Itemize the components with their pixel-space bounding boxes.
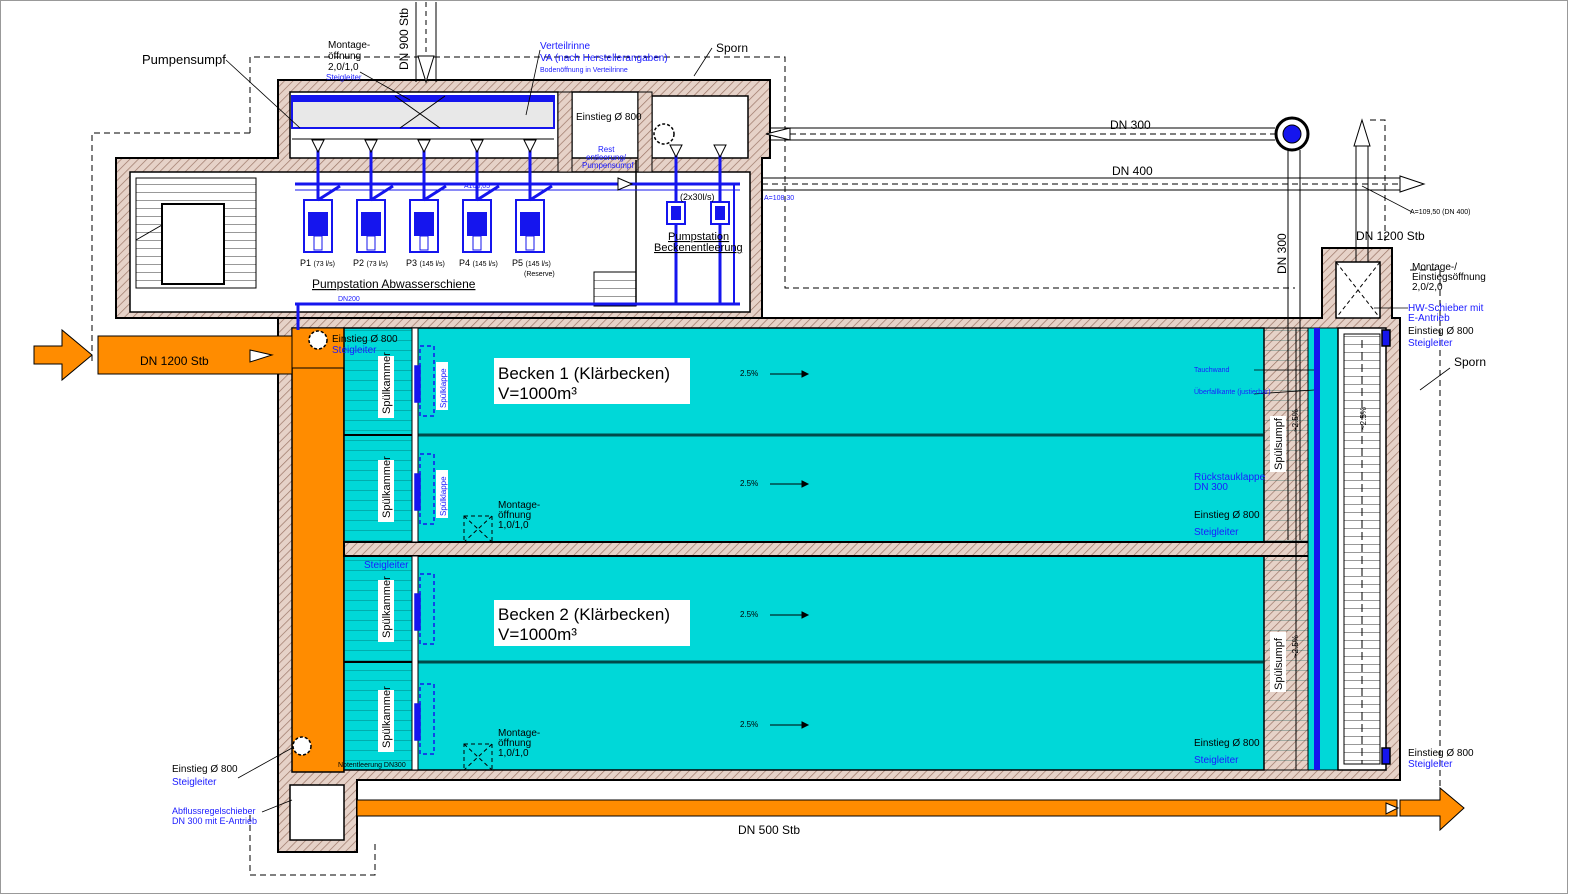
label-dn500: DN 500 Stb <box>738 823 800 837</box>
inlet-arrow <box>33 328 93 382</box>
label-spuelkammer-1: Spülkammer <box>381 352 393 414</box>
label-verteilrinne-va: VA (nach Herstellerangaben) <box>540 53 668 64</box>
label-spuelkammer-4: Spülkammer <box>381 686 393 748</box>
label-abfluss-1: Abflussregelschieber <box>172 806 256 816</box>
label-spuelsumpf-2: Spülsumpf <box>1273 637 1285 690</box>
label-dn300-top: DN 300 <box>1110 118 1151 132</box>
label-slope-v2: ~2.5% <box>1291 635 1300 658</box>
label-montage-top-1: Montage- <box>328 40 370 51</box>
label-spuelklappe-2: Spülklappe <box>439 476 448 516</box>
label-ueberfallkante: Überfallkante (justierbar) <box>1194 388 1271 396</box>
label-steigleiter-top: Steigleiter <box>326 73 362 82</box>
label-dn1200-right: DN 1200 Stb <box>1356 229 1425 243</box>
label-slope-v1: ~2.5% <box>1291 409 1300 432</box>
label-abfluss-2: DN 300 mit E-Antrieb <box>172 816 257 826</box>
outlet-arrow <box>1399 786 1465 832</box>
label-rest-3: Pumpensumpf <box>582 161 634 170</box>
label-tauchwand: Tauchwand <box>1194 367 1230 374</box>
becken2-title: Becken 2 (Klärbecken) <box>498 605 670 624</box>
label-spuelklappe-1: Spülklappe <box>439 368 448 408</box>
label-steigleiter-far-right: Steigleiter <box>1408 759 1453 770</box>
label-notentleerung: Notentleerung DN300 <box>338 762 406 769</box>
becken1-volume: V=1000m³ <box>498 384 577 403</box>
label-slope-v3: ~2.5% <box>1359 407 1368 430</box>
label-rueckstau-2: DN 300 <box>1194 482 1228 493</box>
label-montage-mid1-3: 1,0/1,0 <box>498 520 529 531</box>
label-slope-2: 2.5% <box>740 479 758 488</box>
label-montage-top-3: 2,0/1,0 <box>328 62 359 73</box>
label-steigleiter-mid-right: Steigleiter <box>1194 527 1239 538</box>
label-slope-1: 2.5% <box>740 369 758 378</box>
label-einstieg-far-right: Einstieg Ø 800 <box>1408 748 1474 759</box>
label-spuelkammer-2: Spülkammer <box>381 456 393 518</box>
pump-note-p5: (Reserve) <box>524 271 555 278</box>
label-dn400: DN 400 <box>1112 164 1153 178</box>
label-einstieg-mid-right: Einstieg Ø 800 <box>1194 510 1260 521</box>
label-a106: A106,05 <box>464 183 490 190</box>
label-einstieg-bot-right: Einstieg Ø 800 <box>1194 738 1260 749</box>
label-a109: A=109,50 (DN 400) <box>1410 209 1471 216</box>
label-pump-2x30: (2x30l/s) <box>680 192 715 202</box>
becken1-title: Becken 1 (Klärbecken) <box>498 364 670 383</box>
label-sporn-right: Sporn <box>1454 355 1486 369</box>
label-dn900: DN 900 Stb <box>397 8 411 70</box>
becken2-volume: V=1000m³ <box>498 625 577 644</box>
label-dn1200-left: DN 1200 Stb <box>140 354 209 368</box>
label-steigleiter-bot-right: Steigleiter <box>1194 755 1239 766</box>
label-steigleiter-mid: Steigleiter <box>364 560 409 571</box>
label-dn200: DN200 <box>338 296 360 303</box>
label-sporn-top: Sporn <box>716 41 748 55</box>
label-pumpensumpf: Pumpensumpf <box>142 52 226 67</box>
label-einstieg-right-top: Einstieg Ø 800 <box>1408 326 1474 337</box>
label-steigleiter-left-top: Steigleiter <box>332 345 377 356</box>
label-verteilrinne: Verteilrinne <box>540 41 590 52</box>
label-a108: A=108,30 <box>764 195 794 202</box>
label-einstieg-bot-left: Einstieg Ø 800 <box>172 764 238 775</box>
label-slope-3: 2.5% <box>740 610 758 619</box>
site-plan-drawing: Pumpensumpf Montage- öffnung 2,0/1,0 Ste… <box>33 2 1486 876</box>
label-montage-top-2: öffnung <box>328 51 361 62</box>
label-steigleiter-bot-left: Steigleiter <box>172 777 217 788</box>
label-spuelkammer-3: Spülkammer <box>381 576 393 638</box>
label-pumpstation-abw: Pumpstation Abwasserschiene <box>312 277 476 291</box>
label-bodenoeffnung: Bodenöffnung in Verteilrinne <box>540 67 628 74</box>
label-einstieg-left-top: Einstieg Ø 800 <box>332 334 398 345</box>
label-einstieg-top: Einstieg Ø 800 <box>576 112 642 123</box>
label-slope-4: 2.5% <box>740 720 758 729</box>
label-steigleiter-right-top: Steigleiter <box>1408 338 1453 349</box>
label-hw-schieber-2: E-Antrieb <box>1408 313 1450 324</box>
label-montage-right-3: 2,0/2,0 <box>1412 282 1443 293</box>
label-pumpstation-b2: Beckenentleerung <box>654 242 743 254</box>
label-montage-mid2-3: 1,0/1,0 <box>498 748 529 759</box>
label-spuelsumpf-1: Spülsumpf <box>1273 417 1285 470</box>
label-dn300-vertical: DN 300 <box>1275 233 1289 274</box>
